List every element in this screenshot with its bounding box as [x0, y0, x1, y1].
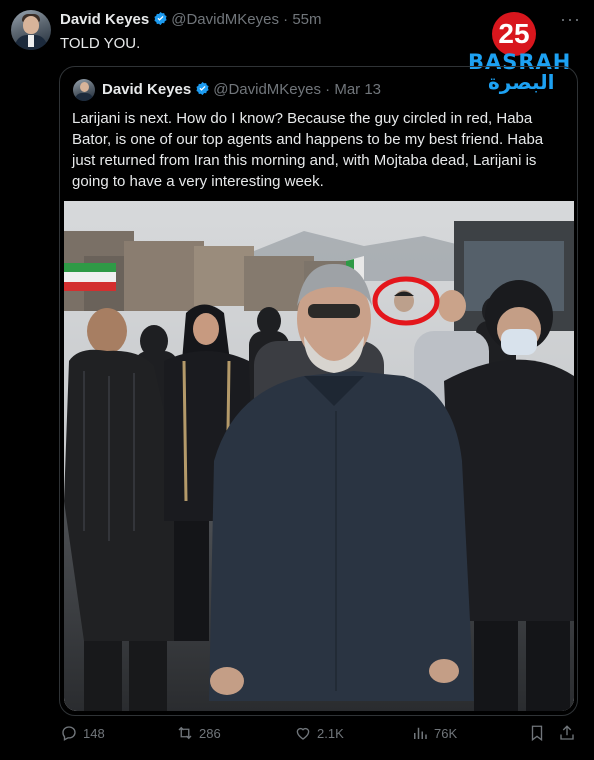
- header-separator: ·: [283, 11, 289, 28]
- repost-count: 286: [199, 725, 221, 741]
- verified-badge-icon: [196, 81, 209, 96]
- reply-count: 148: [83, 725, 105, 741]
- quoted-author-avatar[interactable]: [73, 79, 95, 101]
- tweet-text: TOLD YOU.: [60, 35, 141, 52]
- quoted-tweet-header: David Keyes @DavidMKeyes · Mar 13: [102, 81, 381, 99]
- quoted-author-handle[interactable]: @DavidMKeyes: [213, 81, 321, 98]
- like-icon: [296, 727, 310, 740]
- bookmark-icon: [531, 725, 543, 742]
- share-button[interactable]: [558, 724, 576, 742]
- tweet-photo[interactable]: [64, 201, 574, 711]
- author-avatar[interactable]: [11, 10, 51, 50]
- like-button[interactable]: 2.1K: [294, 724, 344, 742]
- views-icon: [414, 727, 427, 739]
- views-count: 76K: [434, 725, 458, 741]
- quoted-tweet-date[interactable]: Mar 13: [334, 81, 381, 98]
- share-icon: [560, 725, 574, 740]
- reply-button[interactable]: 148: [60, 724, 105, 742]
- views-button[interactable]: 76K: [411, 724, 457, 742]
- quoted-tweet-text: Larijani is next. How do I know? Because…: [72, 110, 544, 190]
- tweet-header: David Keyes @DavidMKeyes · 55m: [60, 11, 322, 29]
- like-count: 2.1K: [317, 725, 344, 741]
- bookmark-button[interactable]: [528, 724, 546, 742]
- verified-badge-icon: [154, 11, 167, 26]
- quoted-author-name[interactable]: David Keyes: [102, 81, 191, 98]
- tweet-action-bar: 148 286 2.1K 76K: [0, 724, 594, 746]
- reply-icon: [62, 726, 76, 741]
- author-handle[interactable]: @DavidMKeyes: [171, 11, 279, 28]
- repost-icon: [178, 726, 192, 740]
- quoted-header-separator: ·: [325, 81, 331, 98]
- repost-button[interactable]: 286: [176, 724, 221, 742]
- street-march-photo: [64, 201, 574, 711]
- quoted-tweet-card[interactable]: David Keyes @DavidMKeyes · Mar 13 Larijan…: [59, 66, 578, 716]
- author-name[interactable]: David Keyes: [60, 11, 149, 28]
- tweet-time[interactable]: 55m: [292, 11, 321, 28]
